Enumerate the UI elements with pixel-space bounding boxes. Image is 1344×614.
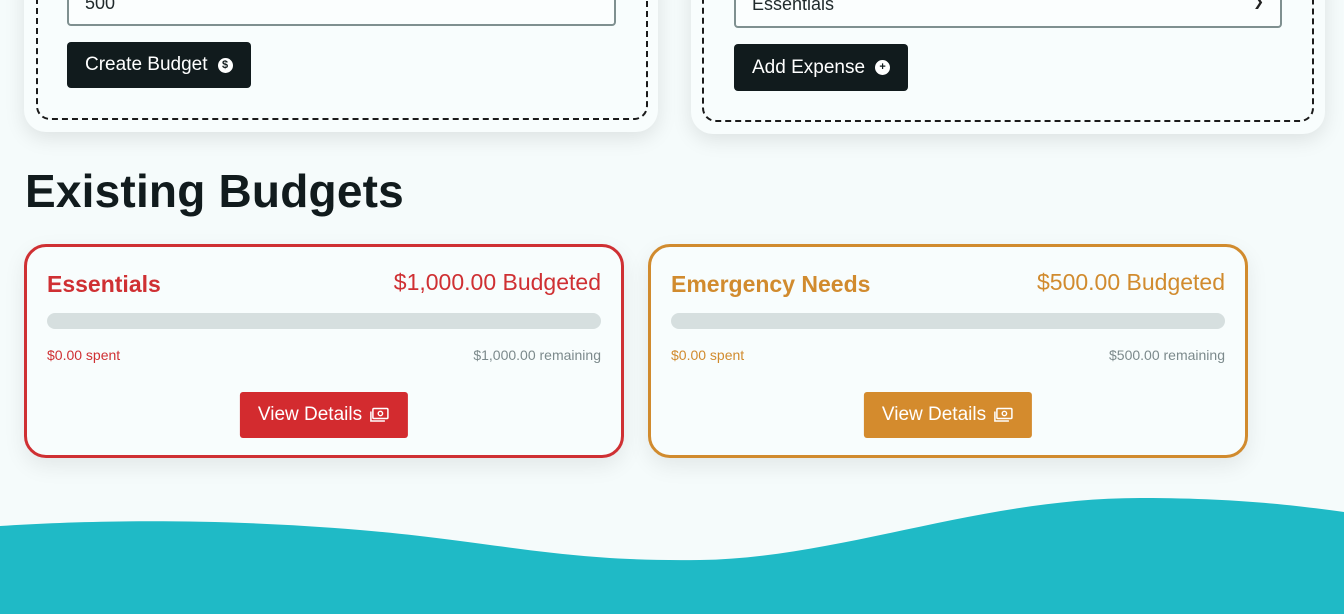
create-budget-button[interactable]: Create Budget $ xyxy=(67,42,251,88)
plus-circle-icon: + xyxy=(875,60,891,75)
view-details-button[interactable]: View Details xyxy=(863,392,1033,438)
dollar-icon: $ xyxy=(217,57,233,73)
create-budget-label: Create Budget xyxy=(85,54,208,75)
budget-name: Emergency Needs xyxy=(671,271,871,297)
budget-card-essentials: Essentials $1,000.00 Budgeted $0.00 spen… xyxy=(24,244,624,458)
budget-amount: $1,000.00 Budgeted xyxy=(393,269,601,295)
add-expense-label: Add Expense xyxy=(752,56,866,78)
chevron-down-icon: ❯ xyxy=(1253,0,1264,9)
budget-name: Essentials xyxy=(47,271,161,297)
view-details-label: View Details xyxy=(881,404,987,425)
banknote-icon xyxy=(370,407,389,422)
create-budget-panel: 500 Create Budget $ xyxy=(24,0,658,132)
budget-progress-bar xyxy=(671,313,1225,329)
budget-amount-value: 500 xyxy=(85,0,116,13)
budget-spent: $0.00 spent xyxy=(671,347,745,363)
expense-category-value: Essentials xyxy=(752,0,835,14)
expense-category-select[interactable]: Essentials ❯ xyxy=(734,0,1282,28)
budget-amount-input[interactable]: 500 xyxy=(67,0,616,26)
view-details-button[interactable]: View Details xyxy=(239,392,409,438)
view-details-label: View Details xyxy=(257,404,363,425)
footer-wave xyxy=(0,498,1344,614)
budget-progress-bar xyxy=(47,313,601,329)
wave-shape xyxy=(0,498,1344,614)
budget-amount: $500.00 Budgeted xyxy=(1036,269,1225,295)
add-expense-button[interactable]: Add Expense + xyxy=(734,44,909,91)
existing-budgets-title: Existing Budgets xyxy=(25,165,404,217)
budget-card-emergency-needs: Emergency Needs $500.00 Budgeted $0.00 s… xyxy=(648,244,1248,458)
add-expense-panel: Essentials ❯ Add Expense + xyxy=(691,0,1325,134)
budget-remaining: $500.00 remaining xyxy=(1109,347,1225,363)
budget-spent: $0.00 spent xyxy=(47,347,121,363)
banknote-icon xyxy=(994,407,1013,422)
budget-remaining: $1,000.00 remaining xyxy=(473,347,601,363)
